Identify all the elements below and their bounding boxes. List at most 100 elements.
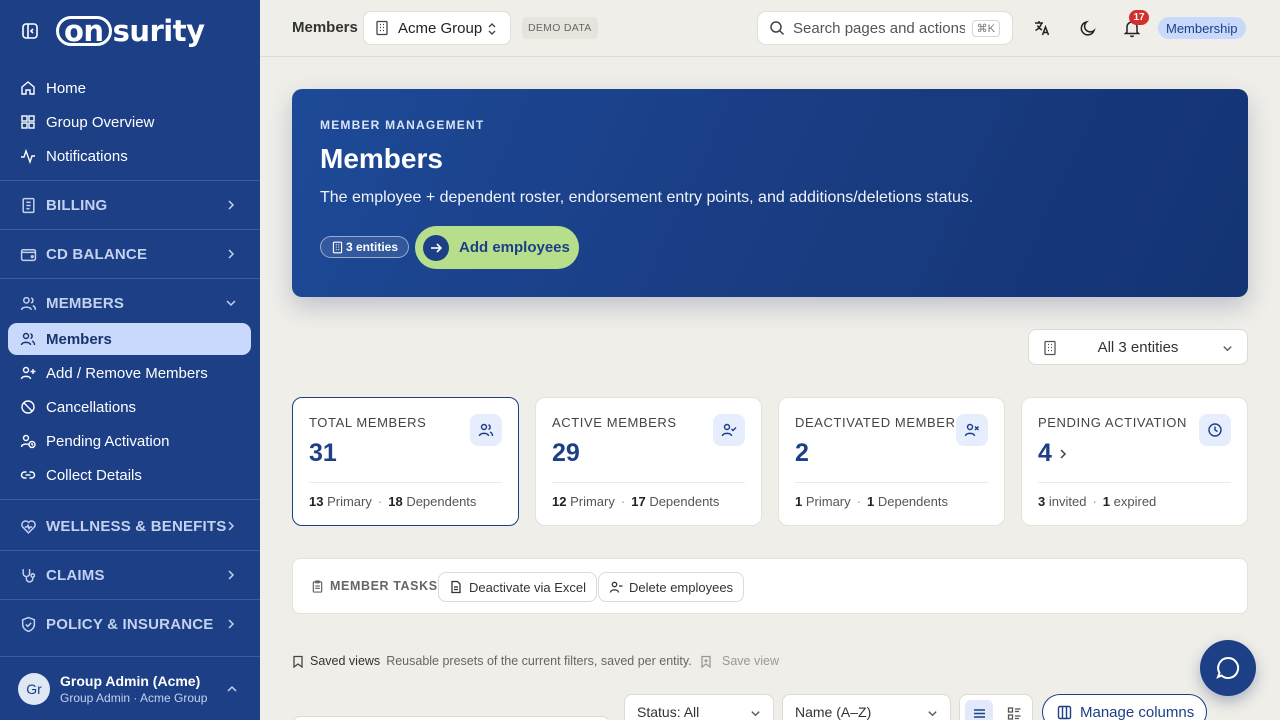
sidebar-section-claims[interactable]: CLAIMS [8, 558, 251, 592]
stat-breakdown: 13 Primary · 18 Dependents [309, 494, 477, 509]
moon-icon[interactable] [1078, 18, 1098, 38]
deactivate-via-excel-button[interactable]: Deactivate via Excel [438, 572, 598, 602]
group-selector[interactable]: Acme Group [363, 11, 511, 45]
building-icon [376, 20, 388, 36]
stat-icon-wrap [1199, 414, 1231, 446]
chevron-down-icon [751, 711, 760, 717]
sidebar-section-label: MEMBERS [46, 294, 125, 312]
chevron-right-icon [228, 249, 235, 259]
sidebar-section-label: POLICY & INSURANCE [46, 615, 214, 633]
sidebar-divider [0, 550, 260, 551]
sidebar-item-notifications[interactable]: Notifications [8, 140, 251, 172]
avatar: Gr [18, 672, 50, 705]
notification-count-badge: 17 [1129, 10, 1149, 25]
user-menu[interactable]: Gr Group Admin (Acme) Group Admin · Acme… [0, 656, 260, 720]
user-minus-icon [609, 581, 623, 593]
file-icon [451, 580, 461, 594]
delete-employees-button[interactable]: Delete employees [598, 572, 745, 602]
page-title: Members [292, 19, 358, 36]
link-icon [20, 471, 36, 479]
columns-icon [1057, 705, 1072, 719]
sidebar-section-label: BILLING [46, 196, 108, 214]
stat-a-label: Primary [570, 494, 615, 509]
group-selector-value: Acme Group [398, 19, 483, 37]
translate-icon[interactable] [1032, 18, 1052, 38]
sidebar-item-label: Group Overview [46, 113, 155, 131]
sidebar-toggle-icon[interactable] [20, 21, 40, 41]
stat-b-num: 1 [1102, 494, 1111, 509]
sidebar-section-policy[interactable]: POLICY & INSURANCE [8, 607, 251, 641]
save-view-button[interactable]: Save view [700, 654, 779, 668]
search-input[interactable] [793, 19, 965, 37]
search-shortcut: ⌘K [971, 20, 1000, 37]
hero-banner: MEMBER MANAGEMENT Members The employee +… [292, 89, 1248, 297]
entities-badge: 3 entities [320, 236, 410, 258]
sidebar-item-label: Home [46, 79, 87, 97]
sidebar-section-label: CLAIMS [46, 566, 105, 584]
stat-card-pending-activation[interactable]: PENDING ACTIVATION 4 3 invited · 1 expired [1021, 397, 1248, 526]
wallet-icon [20, 248, 37, 261]
activity-icon [21, 148, 35, 164]
card-view-button[interactable] [1000, 700, 1028, 720]
stat-breakdown: 12 Primary · 17 Dependents [552, 494, 720, 509]
stat-a-label: invited [1048, 494, 1087, 509]
sidebar-section-wellness[interactable]: WELLNESS & BENEFITS [8, 509, 251, 543]
sidebar: on surity Home Group Overview Notificati… [0, 0, 260, 720]
brand-logo[interactable]: on surity [56, 14, 205, 48]
status-filter-value: Status: All [637, 704, 700, 720]
stat-label: ACTIVE MEMBERS [552, 415, 677, 430]
topbar: Members Acme Group DEMO DATA ⌘K 17 Membe… [260, 0, 1280, 57]
sidebar-item-cancellations[interactable]: Cancellations [8, 391, 251, 423]
receipt-icon [22, 197, 35, 213]
entity-select[interactable]: All 3 entities [1028, 329, 1248, 365]
manage-columns-button[interactable]: Manage columns [1042, 694, 1207, 720]
stat-icon-wrap [713, 414, 745, 446]
bookmark-plus-icon [701, 655, 711, 668]
sidebar-item-pending-activation[interactable]: Pending Activation [8, 425, 251, 457]
heart-icon [21, 519, 36, 534]
sidebar-section-billing[interactable]: BILLING [8, 188, 251, 222]
chevron-down-icon [928, 711, 937, 717]
sort-select[interactable]: Name (A–Z) [782, 694, 951, 720]
stat-a-num: 1 [795, 494, 803, 509]
sidebar-item-collect-details[interactable]: Collect Details [8, 459, 251, 491]
sidebar-divider [0, 180, 260, 181]
sidebar-item-members[interactable]: Members [8, 323, 251, 355]
stat-a-num: 12 [552, 494, 567, 509]
stat-card-deactivated-members[interactable]: DEACTIVATED MEMBERS 2 1 Primary · 1 Depend… [778, 397, 1005, 526]
list-view-button[interactable] [965, 700, 993, 720]
users-icon [20, 296, 37, 310]
users-icon [20, 332, 36, 346]
stat-card-total-members[interactable]: TOTAL MEMBERS 31 13 Primary · 18 Dependent… [292, 397, 519, 526]
stat-b-label: Dependents [877, 494, 948, 509]
clipboard-icon [312, 579, 323, 593]
card-divider [309, 482, 502, 483]
member-tasks-text: MEMBER TASKS [330, 579, 438, 593]
sidebar-divider [0, 229, 260, 230]
chevron-up-icon [227, 685, 237, 692]
list-icon [973, 708, 985, 718]
stat-b-num: 1 [866, 494, 875, 509]
stat-card-active-members[interactable]: ACTIVE MEMBERS 29 12 Primary · 17 Dependen… [535, 397, 762, 526]
hero-title: Members [320, 143, 443, 174]
search-box[interactable]: ⌘K [757, 11, 1013, 45]
grid-icon [21, 115, 35, 129]
sidebar-section-cd-balance[interactable]: CD BALANCE [8, 237, 251, 271]
stat-b-num: 17 [631, 494, 646, 509]
sidebar-section-members[interactable]: MEMBERS [8, 286, 251, 320]
chat-button[interactable] [1200, 640, 1256, 696]
stat-icon-wrap [470, 414, 502, 446]
sidebar-item-group-overview[interactable]: Group Overview [8, 106, 251, 138]
members-search-field[interactable] [292, 716, 610, 720]
stat-label: PENDING ACTIVATION [1038, 415, 1188, 430]
delete-label: Delete employees [629, 579, 734, 595]
membership-badge[interactable]: Membership [1158, 17, 1246, 39]
add-employees-button[interactable]: Add employees [415, 226, 579, 269]
add-employees-label: Add employees [459, 239, 570, 256]
sidebar-item-add-remove-members[interactable]: Add / Remove Members [8, 357, 251, 389]
status-filter[interactable]: Status: All [624, 694, 774, 720]
sidebar-item-home[interactable]: Home [8, 72, 251, 104]
stat-value: 4 [1038, 439, 1052, 467]
arrow-right-circle [423, 234, 449, 261]
search-icon [770, 21, 785, 36]
